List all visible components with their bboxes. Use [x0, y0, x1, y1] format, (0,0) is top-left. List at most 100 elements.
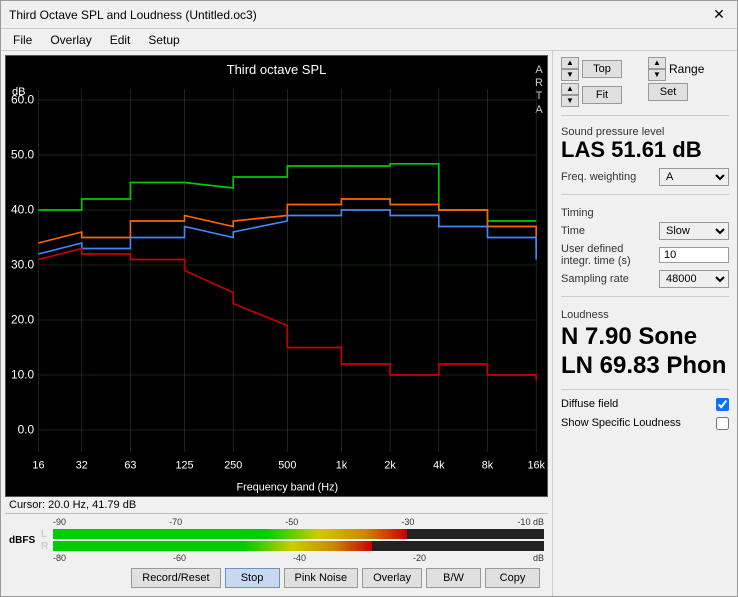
range-spin: ▲ ▼: [648, 57, 666, 81]
time-row: Time Fast Slow: [561, 222, 729, 240]
set-button[interactable]: Set: [648, 83, 688, 101]
svg-text:0.0: 0.0: [18, 422, 35, 436]
svg-text:63: 63: [124, 459, 136, 471]
time-label: Time: [561, 225, 655, 237]
timing-section: Timing Time Fast Slow User definedintegr…: [561, 203, 729, 288]
top-range-controls: ▲ ▼ Top ▲ ▼ Range: [561, 57, 729, 81]
spl-section: Sound pressure level LAS 51.61 dB: [561, 124, 729, 162]
main-content: Third octave SPL A R T A dB: [1, 51, 737, 596]
menu-file[interactable]: File: [5, 31, 40, 49]
fit-set-controls: ▲ ▼ Fit Set: [561, 83, 729, 107]
fit-up-button[interactable]: ▲: [561, 83, 579, 95]
l-meter-row: L: [41, 528, 544, 540]
tick-r-db: dB: [533, 553, 544, 563]
tick-l-30: -30: [401, 517, 414, 527]
chart-info-bar: Cursor: 20.0 Hz, 41.79 dB: [5, 497, 548, 513]
close-button[interactable]: ✕: [709, 5, 729, 25]
svg-text:20.0: 20.0: [11, 312, 34, 326]
menu-edit[interactable]: Edit: [102, 31, 139, 49]
tick-r-40: -40: [293, 553, 306, 563]
user-defined-input[interactable]: 10: [659, 247, 729, 263]
show-specific-loudness-row: Show Specific Loudness: [561, 417, 729, 430]
title-bar: Third Octave SPL and Loudness (Untitled.…: [1, 1, 737, 29]
l-meter-bar: [53, 529, 544, 539]
chart-container: Third octave SPL A R T A dB: [5, 55, 548, 497]
bottom-buttons: Record/Reset Stop Pink Noise Overlay B/W…: [5, 564, 548, 592]
freq-weighting-row: Freq. weighting A B C Z: [561, 168, 729, 186]
svg-text:2k: 2k: [384, 459, 396, 471]
tick-l-50: -50: [285, 517, 298, 527]
fit-down-button[interactable]: ▼: [561, 95, 579, 107]
tick-r-20: -20: [413, 553, 426, 563]
fit-spin: ▲ ▼: [561, 83, 579, 107]
tick-l-70: -70: [169, 517, 182, 527]
svg-text:60.0: 60.0: [11, 92, 34, 106]
sampling-rate-select[interactable]: 44100 48000 96000: [659, 270, 729, 288]
r-meter-fill: [53, 541, 372, 551]
stop-button[interactable]: Stop: [225, 568, 280, 588]
sampling-rate-row: Sampling rate 44100 48000 96000: [561, 270, 729, 288]
timing-section-label: Timing: [561, 207, 729, 219]
copy-button[interactable]: Copy: [485, 568, 540, 588]
svg-text:4k: 4k: [433, 459, 445, 471]
top-down-button[interactable]: ▼: [561, 69, 579, 81]
user-defined-row: User definedintegr. time (s) 10: [561, 243, 729, 267]
freq-weighting-select[interactable]: A B C Z: [659, 168, 729, 186]
freq-weighting-label: Freq. weighting: [561, 171, 655, 183]
chart-svg: 60.0 50.0 40.0 30.0 20.0 10.0 0.0 16 32 …: [6, 56, 547, 496]
cursor-info: Cursor: 20.0 Hz, 41.79 dB: [9, 499, 136, 511]
loudness-section: Loudness N 7.90 Sone LN 69.83 Phon: [561, 305, 729, 381]
diffuse-field-row: Diffuse field: [561, 398, 729, 411]
svg-text:40.0: 40.0: [11, 202, 34, 216]
user-defined-label: User definedintegr. time (s): [561, 243, 655, 267]
range-down-button[interactable]: ▼: [648, 69, 666, 81]
svg-text:1k: 1k: [336, 459, 348, 471]
menu-bar: File Overlay Edit Setup: [1, 29, 737, 51]
menu-overlay[interactable]: Overlay: [42, 31, 99, 49]
loudness-n-value: N 7.90 Sone: [561, 323, 729, 352]
menu-setup[interactable]: Setup: [140, 31, 187, 49]
loudness-ln-value: LN 69.83 Phon: [561, 352, 729, 381]
diffuse-field-checkbox[interactable]: [716, 398, 729, 411]
show-specific-loudness-label: Show Specific Loudness: [561, 417, 681, 429]
range-label: Range: [669, 62, 704, 76]
tick-l-10: -10 dB: [517, 517, 544, 527]
loudness-section-label: Loudness: [561, 309, 729, 321]
dbfs-label: dBFS: [9, 535, 37, 546]
pink-noise-button[interactable]: Pink Noise: [284, 568, 359, 588]
svg-text:32: 32: [76, 459, 88, 471]
r-meter-bar: [53, 541, 544, 551]
l-meter-fill: [53, 529, 407, 539]
svg-text:30.0: 30.0: [11, 257, 34, 271]
spl-value: LAS 51.61 dB: [561, 138, 729, 162]
range-up-button[interactable]: ▲: [648, 57, 666, 69]
bw-button[interactable]: B/W: [426, 568, 481, 588]
l-channel-label: L: [41, 529, 53, 540]
svg-text:500: 500: [278, 459, 296, 471]
tick-r-60: -60: [173, 553, 186, 563]
fit-button[interactable]: Fit: [582, 86, 622, 104]
record-reset-button[interactable]: Record/Reset: [131, 568, 220, 588]
level-meter-section: dBFS -90 -70 -50 -30 -10 dB L: [5, 513, 548, 564]
time-select[interactable]: Fast Slow: [659, 222, 729, 240]
top-up-button[interactable]: ▲: [561, 57, 579, 69]
sampling-rate-label: Sampling rate: [561, 273, 655, 285]
svg-text:16k: 16k: [527, 459, 545, 471]
svg-text:8k: 8k: [482, 459, 494, 471]
sidebar: ▲ ▼ Top ▲ ▼ Range ▲ ▼: [552, 51, 737, 596]
chart-area: Third octave SPL A R T A dB: [1, 51, 552, 596]
main-window: Third Octave SPL and Loudness (Untitled.…: [0, 0, 738, 597]
overlay-button[interactable]: Overlay: [362, 568, 422, 588]
tick-r-80: -80: [53, 553, 66, 563]
show-specific-loudness-checkbox[interactable]: [716, 417, 729, 430]
top-button[interactable]: Top: [582, 60, 622, 78]
svg-text:125: 125: [176, 459, 194, 471]
window-title: Third Octave SPL and Loudness (Untitled.…: [9, 8, 257, 22]
svg-text:10.0: 10.0: [11, 367, 34, 381]
svg-text:16: 16: [32, 459, 44, 471]
r-meter-row: R: [41, 540, 544, 552]
svg-text:Frequency band (Hz): Frequency band (Hz): [237, 481, 339, 493]
svg-text:250: 250: [224, 459, 242, 471]
tick-l-90: -90: [53, 517, 66, 527]
top-spin: ▲ ▼: [561, 57, 579, 81]
